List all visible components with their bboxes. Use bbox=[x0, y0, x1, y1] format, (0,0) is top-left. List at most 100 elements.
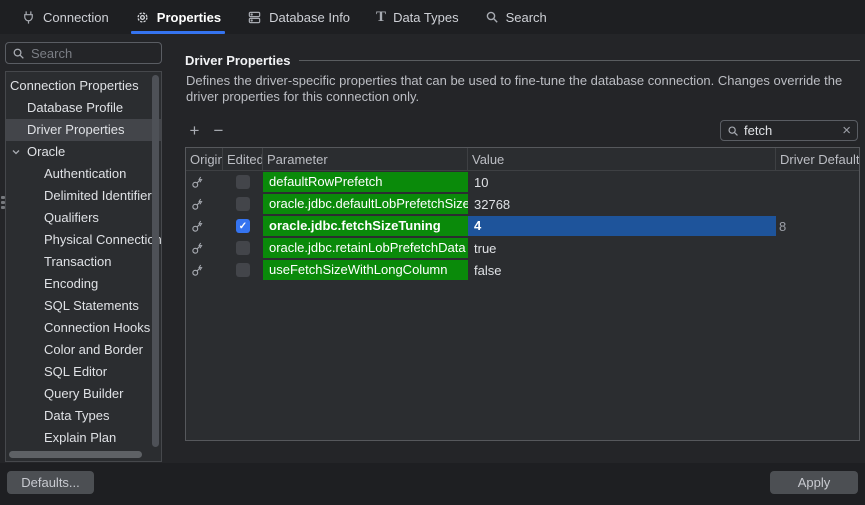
origin-cell bbox=[186, 171, 223, 193]
tab-label: Connection bbox=[43, 10, 109, 25]
section-header: Driver Properties bbox=[185, 53, 860, 68]
sidebar-item-sql-statements[interactable]: SQL Statements bbox=[6, 295, 161, 317]
edited-cell bbox=[223, 171, 263, 193]
value-editor: 4 bbox=[468, 216, 776, 236]
value-cell[interactable]: 4 bbox=[468, 215, 776, 237]
sidebar-item-label: SQL Statements bbox=[44, 295, 139, 317]
sidebar-item-label: Connection Properties bbox=[10, 75, 139, 97]
parameter-cell[interactable]: oracle.jdbc.retainLobPrefetchData bbox=[263, 237, 468, 259]
filter-value: fetch bbox=[744, 123, 837, 138]
value-cell[interactable]: true bbox=[468, 237, 776, 259]
column-header-value[interactable]: Value bbox=[468, 148, 776, 170]
value-cell[interactable]: false bbox=[468, 259, 776, 281]
plug-icon bbox=[21, 10, 36, 25]
sidebar-item-physical-connection[interactable]: Physical Connection bbox=[6, 229, 161, 251]
table-row[interactable]: oracle.jdbc.fetchSizeTuning48 bbox=[186, 215, 859, 237]
parameter-name: useFetchSizeWithLongColumn bbox=[263, 260, 468, 280]
table-row[interactable]: oracle.jdbc.defaultLobPrefetchSize32768 bbox=[186, 193, 859, 215]
sidebar-item-sql-editor[interactable]: SQL Editor bbox=[6, 361, 161, 383]
footer-bar: Defaults... Apply bbox=[0, 463, 865, 505]
tab-label: Search bbox=[506, 10, 547, 25]
sidebar-search-placeholder: Search bbox=[31, 46, 72, 61]
sidebar-item-label: Authentication bbox=[44, 163, 126, 185]
tab-properties[interactable]: Properties bbox=[122, 0, 234, 34]
edited-checkbox[interactable] bbox=[236, 241, 250, 255]
table-row[interactable]: oracle.jdbc.retainLobPrefetchDatatrue bbox=[186, 237, 859, 259]
edited-cell bbox=[223, 193, 263, 215]
section-description: Defines the driver-specific properties t… bbox=[186, 73, 846, 105]
table-body: defaultRowPrefetch10oracle.jdbc.defaultL… bbox=[186, 171, 859, 281]
clear-filter-icon[interactable]: × bbox=[842, 123, 851, 138]
sidebar-item-data-types[interactable]: Data Types bbox=[6, 405, 161, 427]
tab-connection[interactable]: Connection bbox=[8, 0, 122, 34]
sidebar-item-oracle[interactable]: Oracle bbox=[6, 141, 161, 163]
edited-checkbox[interactable] bbox=[236, 197, 250, 211]
sidebar-item-label: Driver Properties bbox=[27, 119, 125, 141]
tab-database-info[interactable]: Database Info bbox=[234, 0, 363, 34]
sidebar-item-label: Oracle bbox=[27, 141, 65, 163]
tab-label: Data Types bbox=[393, 10, 459, 25]
sidebar-item-label: Transaction bbox=[44, 251, 111, 273]
sidebar-item-label: Data Types bbox=[44, 405, 110, 427]
search-icon bbox=[727, 125, 739, 137]
apply-button[interactable]: Apply bbox=[770, 471, 858, 494]
chevron-down-icon bbox=[11, 147, 22, 157]
table-row[interactable]: defaultRowPrefetch10 bbox=[186, 171, 859, 193]
sidebar-item-authentication[interactable]: Authentication bbox=[6, 163, 161, 185]
sidebar-item-label: Query Builder bbox=[44, 383, 123, 405]
edited-checkbox[interactable] bbox=[236, 263, 250, 277]
sidebar-item-database-profile[interactable]: Database Profile bbox=[6, 97, 161, 119]
search-icon bbox=[485, 10, 499, 24]
column-header-parameter[interactable]: Parameter bbox=[263, 148, 468, 170]
driver-origin-icon bbox=[191, 176, 204, 189]
page-title: Driver Properties bbox=[185, 53, 291, 68]
sidebar-item-encoding[interactable]: Encoding bbox=[6, 273, 161, 295]
table-row[interactable]: useFetchSizeWithLongColumnfalse bbox=[186, 259, 859, 281]
sidebar-item-delimited-identifiers[interactable]: Delimited Identifiers bbox=[6, 185, 161, 207]
tab-label: Properties bbox=[157, 10, 221, 25]
sidebar-item-explain-plan[interactable]: Explain Plan bbox=[6, 427, 161, 449]
splitter-handle[interactable] bbox=[1, 196, 5, 209]
sidebar-item-color-and-border[interactable]: Color and Border bbox=[6, 339, 161, 361]
remove-property-button[interactable]: − bbox=[210, 121, 227, 141]
column-header-edited[interactable]: Edited bbox=[223, 148, 263, 170]
sidebar-item-connection-properties[interactable]: Connection Properties bbox=[6, 75, 161, 97]
value-cell[interactable]: 10 bbox=[468, 171, 776, 193]
tree-vertical-scrollbar[interactable] bbox=[152, 75, 159, 447]
tree-horizontal-scrollbar[interactable] bbox=[9, 451, 142, 458]
origin-cell bbox=[186, 193, 223, 215]
sidebar-search-input[interactable]: Search bbox=[5, 42, 162, 64]
parameter-cell[interactable]: useFetchSizeWithLongColumn bbox=[263, 259, 468, 281]
tab-label: Database Info bbox=[269, 10, 350, 25]
sidebar-item-label: SQL Editor bbox=[44, 361, 107, 383]
column-header-driver-default[interactable]: Driver Default bbox=[776, 148, 859, 170]
sidebar-item-driver-properties[interactable]: Driver Properties bbox=[6, 119, 161, 141]
sidebar-item-connection-hooks[interactable]: Connection Hooks bbox=[6, 317, 161, 339]
parameter-cell[interactable]: defaultRowPrefetch bbox=[263, 171, 468, 193]
driver-default-cell bbox=[776, 193, 859, 215]
edited-checkbox[interactable] bbox=[236, 219, 250, 233]
value-cell[interactable]: 32768 bbox=[468, 193, 776, 215]
sidebar-item-label: Physical Connection bbox=[44, 229, 161, 251]
sidebar-item-transaction[interactable]: Transaction bbox=[6, 251, 161, 273]
header-rule bbox=[299, 60, 861, 61]
edited-cell bbox=[223, 237, 263, 259]
parameter-cell[interactable]: oracle.jdbc.fetchSizeTuning bbox=[263, 215, 468, 237]
origin-cell bbox=[186, 259, 223, 281]
tab-data-types[interactable]: TData Types bbox=[363, 0, 472, 34]
driver-default-cell bbox=[776, 171, 859, 193]
defaults-button[interactable]: Defaults... bbox=[7, 471, 94, 494]
sidebar-item-label: Explain Plan bbox=[44, 427, 116, 449]
parameter-cell[interactable]: oracle.jdbc.defaultLobPrefetchSize bbox=[263, 193, 468, 215]
edited-checkbox[interactable] bbox=[236, 175, 250, 189]
parameter-name: defaultRowPrefetch bbox=[263, 172, 468, 192]
filter-input[interactable]: fetch × bbox=[720, 120, 858, 141]
column-header-origin[interactable]: Origin bbox=[186, 148, 223, 170]
driver-default-cell bbox=[776, 237, 859, 259]
tab-search[interactable]: Search bbox=[472, 0, 560, 34]
sidebar-item-label: Delimited Identifiers bbox=[44, 185, 158, 207]
add-property-button[interactable]: + bbox=[186, 121, 203, 141]
sidebar-item-qualifiers[interactable]: Qualifiers bbox=[6, 207, 161, 229]
connection-properties-window: Connection Properties Database Info TData T… bbox=[0, 0, 865, 505]
sidebar-item-query-builder[interactable]: Query Builder bbox=[6, 383, 161, 405]
